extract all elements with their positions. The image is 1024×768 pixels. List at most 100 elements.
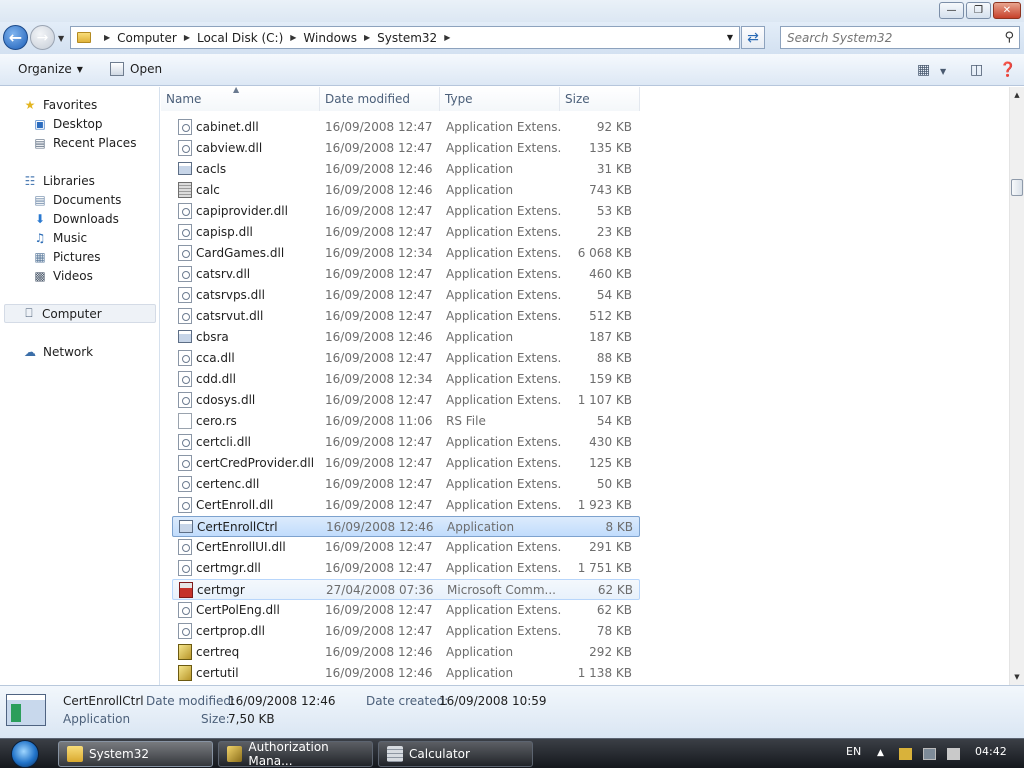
nav-network[interactable]: ☁ Network [22,342,93,361]
file-row[interactable]: certmgr 27/04/2008 07:36 Microsoft Comm...… [172,579,640,600]
file-row[interactable]: CertEnrollCtrl 16/09/2008 12:46 Applicatio… [172,516,640,537]
file-row[interactable]: certreq 16/09/2008 12:46 Application 292 KB [172,642,640,663]
help-icon[interactable]: ❓ [999,62,1016,78]
file-type: Application [446,330,514,344]
details-size-label: Size: [201,712,230,726]
file-row[interactable]: CertPolEng.dll 16/09/2008 12:47 Applicatio… [172,600,640,621]
file-size: 430 KB [589,435,632,449]
column-header-size[interactable]: Size [560,87,640,111]
breadcrumb-system32[interactable]: System32 ▶ [377,31,457,45]
file-row[interactable]: catsrv.dll 16/09/2008 12:47 Application Ex… [172,264,640,285]
msc-file-icon [179,582,193,598]
column-header-date[interactable]: Date modified [320,87,440,111]
nav-music[interactable]: ♫ Music [32,228,88,247]
file-name: capiprovider.dll [196,204,288,218]
start-button[interactable] [4,739,46,768]
file-row[interactable]: certcli.dll 16/09/2008 12:47 Application E… [172,432,640,453]
search-input[interactable] [787,30,997,45]
file-row[interactable]: cabview.dll 16/09/2008 12:47 Application E… [172,138,640,159]
minimize-button[interactable]: — [939,2,964,19]
file-row[interactable]: cacls 16/09/2008 12:46 Application 31 KB [172,159,640,180]
details-file-name: CertEnrollCtrl [63,694,144,708]
address-bar[interactable]: ▶ Computer ▶ Local Disk (C:) ▶ Windows ▶ Sy… [70,26,740,49]
breadcrumb-local-disk[interactable]: Local Disk (C:) ▶ [197,31,303,45]
nav-computer[interactable]: ⎕ Computer [4,304,156,323]
recent-pages-dropdown[interactable]: ▼ [58,34,64,43]
file-type: Application Extens... [446,246,561,260]
volume-muted-icon[interactable] [947,748,960,760]
file-row[interactable]: certutil 16/09/2008 12:46 Application 1 138… [172,663,640,684]
search-box[interactable]: ⚲ [780,26,1020,49]
scroll-down-button[interactable]: ▼ [1010,669,1024,685]
file-size: 88 KB [596,351,632,365]
nav-desktop[interactable]: ▣ Desktop [32,114,102,133]
file-type: Application Extens... [446,309,561,323]
organize-button[interactable]: Organize ▼ [18,62,83,76]
file-row[interactable]: calc 16/09/2008 12:46 Application 743 KB [172,180,640,201]
preview-pane-icon[interactable]: ◫ [970,62,983,78]
file-date-modified: 16/09/2008 12:47 [325,435,433,449]
file-row[interactable]: catsrvut.dll 16/09/2008 12:47 Application … [172,306,640,327]
show-hidden-icons-icon[interactable]: ▲ [877,748,884,758]
refresh-button[interactable]: ⇄ [741,26,765,49]
view-options-dropdown-icon[interactable]: ▼ [940,67,946,76]
taskbar-item-system32[interactable]: System32 [58,741,213,767]
nav-libraries[interactable]: ☷ Libraries [22,171,95,190]
nav-label: Documents [53,192,122,207]
column-header-name[interactable]: ▲ Name [161,87,320,111]
file-row[interactable]: cabinet.dll 16/09/2008 12:47 Application E… [172,117,640,138]
column-header-type[interactable]: Type [440,87,560,111]
network-tray-icon[interactable] [923,748,936,760]
file-row[interactable]: CardGames.dll 16/09/2008 12:34 Application… [172,243,640,264]
file-row[interactable]: cca.dll 16/09/2008 12:47 Application Exten… [172,348,640,369]
search-icon[interactable]: ⚲ [1004,30,1014,45]
file-date-modified: 16/09/2008 12:47 [325,225,433,239]
action-center-icon[interactable] [899,748,912,760]
close-button[interactable]: ✕ [993,2,1021,19]
language-indicator[interactable]: EN [846,745,861,758]
file-row[interactable]: cero.rs 16/09/2008 11:06 RS File 54 KB [172,411,640,432]
details-modified-value: 16/09/2008 12:46 [228,694,336,708]
file-row[interactable]: certmgr.dll 16/09/2008 12:47 Application E… [172,558,640,579]
nav-videos[interactable]: ▩ Videos [32,266,93,285]
vertical-scrollbar[interactable]: ▲ ▼ [1009,87,1024,685]
address-dropdown-icon[interactable]: ▼ [727,33,733,42]
breadcrumb-separator-root[interactable]: ▶ [97,33,117,42]
nav-downloads[interactable]: ⬇ Downloads [32,209,119,228]
scrollbar-thumb[interactable] [1011,179,1023,196]
details-created-value: 16/09/2008 10:59 [439,694,547,708]
nav-favorites[interactable]: ★ Favorites [22,95,98,114]
nav-pictures[interactable]: ▦ Pictures [32,247,100,266]
file-row[interactable]: capisp.dll 16/09/2008 12:47 Application Ex… [172,222,640,243]
file-size: 1 138 KB [577,666,632,680]
file-size: 54 KB [596,288,632,302]
file-row[interactable]: certCredProvider.dll 16/09/2008 12:47 Appl… [172,453,640,474]
open-button[interactable]: Open [110,62,162,76]
restore-button[interactable]: ❐ [966,2,991,19]
nav-recent-places[interactable]: ▤ Recent Places [32,133,136,152]
file-row[interactable]: CertEnroll.dll 16/09/2008 12:47 Applicatio… [172,495,640,516]
nav-documents[interactable]: ▤ Documents [32,190,121,209]
file-row[interactable]: certenc.dll 16/09/2008 12:47 Application E… [172,474,640,495]
dll-file-icon [178,476,192,492]
file-row[interactable]: cdd.dll 16/09/2008 12:34 Application Exten… [172,369,640,390]
file-date-modified: 16/09/2008 12:47 [325,624,433,638]
breadcrumb-computer[interactable]: Computer ▶ [117,31,197,45]
file-row[interactable]: capiprovider.dll 16/09/2008 12:47 Applicat… [172,201,640,222]
scroll-up-button[interactable]: ▲ [1010,87,1024,103]
change-view-icon[interactable]: ▦ [917,62,930,78]
file-row[interactable]: cdosys.dll 16/09/2008 12:47 Application Ex… [172,390,640,411]
forward-button[interactable]: → [30,25,55,50]
clock[interactable]: 04:42 [975,745,1007,758]
file-row[interactable]: catsrvps.dll 16/09/2008 12:47 Application … [172,285,640,306]
nav-label: Network [43,344,94,359]
back-button[interactable]: ← [3,25,28,50]
file-row[interactable]: certprop.dll 16/09/2008 12:47 Application … [172,621,640,642]
taskbar-item-authorization-manager[interactable]: Authorization Mana... [218,740,373,768]
file-list[interactable]: ▲ Name Date modified Type Size cabinet.d… [161,87,1009,685]
file-row[interactable]: CertEnrollUI.dll 16/09/2008 12:47 Applicat… [172,537,640,558]
taskbar-item-calculator[interactable]: Calculator [378,741,533,767]
breadcrumb-windows[interactable]: Windows ▶ [303,31,377,45]
file-size: 62 KB [596,603,632,617]
file-row[interactable]: cbsra 16/09/2008 12:46 Application 187 KB [172,327,640,348]
